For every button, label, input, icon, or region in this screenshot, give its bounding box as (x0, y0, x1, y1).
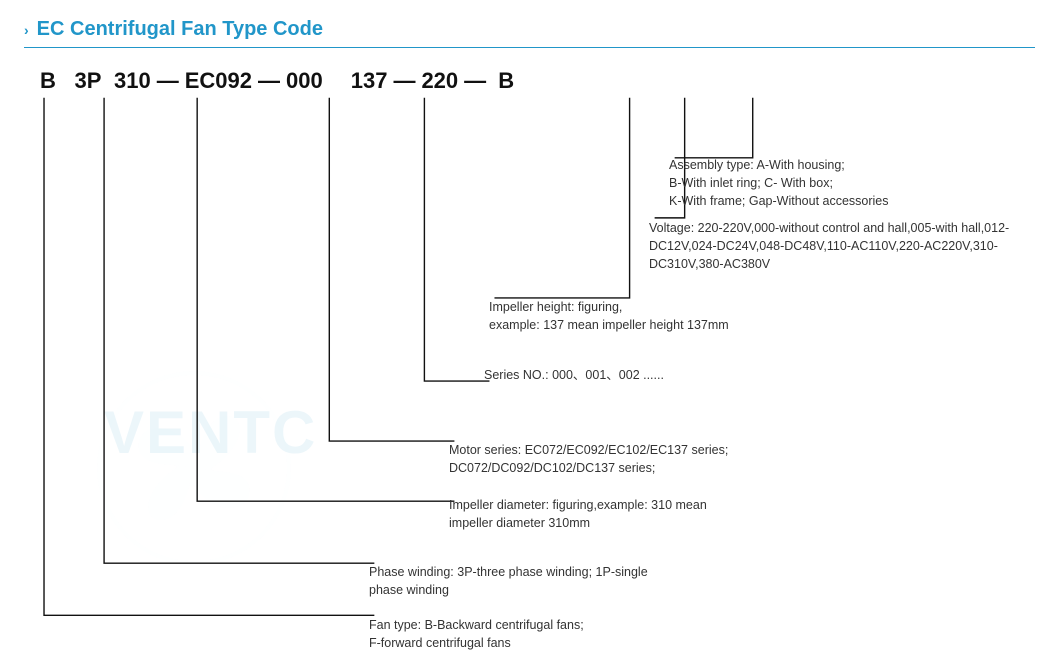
dash-1: — (157, 68, 179, 94)
chevron-icon: › (24, 22, 29, 38)
code-000: 000 (286, 68, 323, 94)
dash-4: — (464, 68, 486, 94)
desc-voltage: Voltage: 220-220V,000-without control an… (649, 201, 1034, 274)
code-B2: B (492, 68, 520, 94)
code-EC092: EC092 (185, 68, 252, 94)
code-3P: 3P (74, 68, 102, 94)
desc-series-no: Series NO.: 000、001、002 ...... (484, 366, 664, 384)
page-title: EC Centrifugal Fan Type Code (37, 18, 323, 41)
desc-motor-series: Motor series: EC072/EC092/EC102/EC137 se… (449, 423, 728, 477)
code-137: 137 (351, 68, 388, 94)
code-B: B (34, 68, 62, 94)
code-220: 220 (421, 68, 458, 94)
desc-fan-type: Fan type: B-Backward centrifugal fans; F… (369, 598, 584, 652)
dash-3: — (393, 68, 415, 94)
code-letters: B 3P 310 — EC092 — 000 137 — 220 — B (34, 68, 520, 94)
dash-2: — (258, 68, 280, 94)
desc-phase: Phase winding: 3P-three phase winding; 1… (369, 545, 648, 599)
desc-assembly: Assembly type: A-With housing; B-With in… (669, 138, 889, 211)
watermark-fan (84, 368, 304, 571)
page-container: › EC Centrifugal Fan Type Code VENTC B 3… (0, 0, 1059, 668)
watermark-text: VENTC (104, 398, 317, 467)
code-310: 310 (114, 68, 151, 94)
desc-impeller-dia: Impeller diameter: figuring,example: 310… (449, 478, 707, 532)
desc-impeller-height: Impeller height: figuring, example: 137 … (489, 280, 729, 334)
title-row: › EC Centrifugal Fan Type Code (24, 18, 1035, 41)
code-area: VENTC B 3P 310 — EC092 — 000 137 — 220 —… (24, 58, 1035, 638)
title-divider (24, 47, 1035, 48)
